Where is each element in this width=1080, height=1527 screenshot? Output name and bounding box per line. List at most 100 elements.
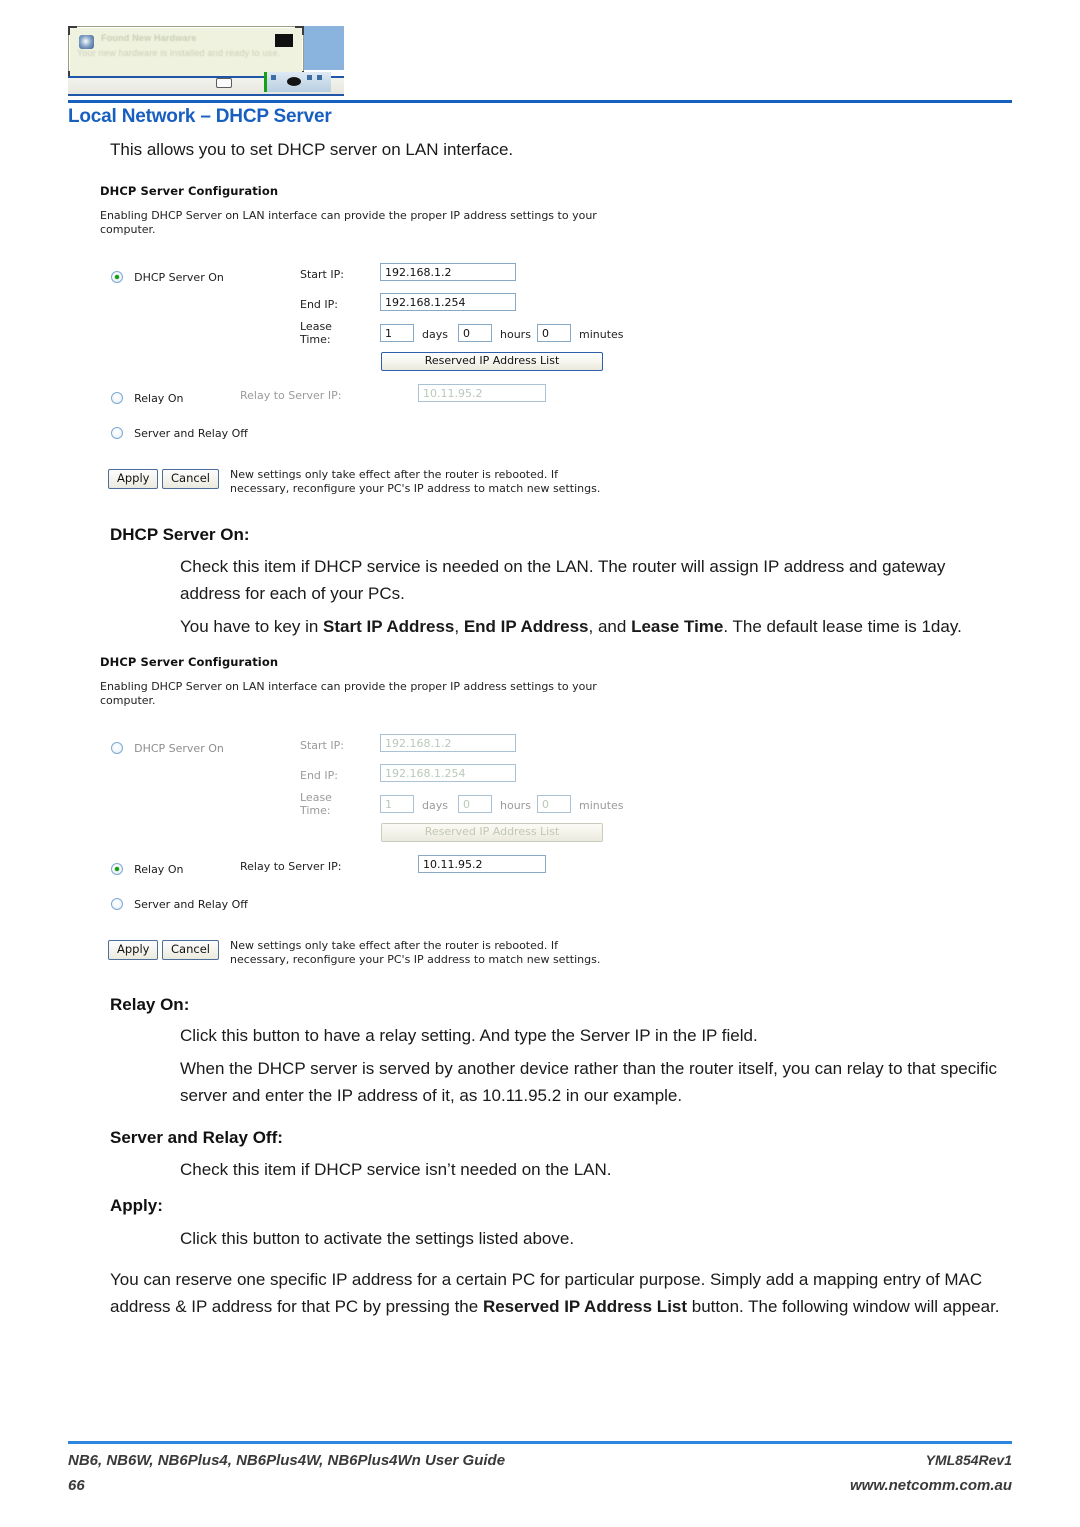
- lease-minutes-unit: minutes: [579, 328, 624, 341]
- radio-relay-on[interactable]: Relay On: [111, 387, 183, 406]
- paragraph-apply-1: Click this button to activate the settin…: [180, 1229, 575, 1248]
- apply-note-line2: necessary, reconfigure your PC's IP addr…: [230, 482, 601, 495]
- radio-dhcp-server-on[interactable]: DHCP Server On: [111, 737, 224, 756]
- start-ip-label: Start IP:: [300, 739, 344, 752]
- cancel-button[interactable]: Cancel: [162, 940, 219, 960]
- apply-note-line1: New settings only take effect after the …: [230, 468, 558, 481]
- hardware-icon: [79, 35, 94, 49]
- heading-apply: Apply:: [110, 1196, 163, 1215]
- paragraph-relay-on-1: Click this button to have a relay settin…: [180, 1026, 758, 1045]
- radio-label-dhcp-server-on: DHCP Server On: [134, 271, 224, 284]
- paragraph-relay-on-2: When the DHCP server is served by anothe…: [180, 1059, 998, 1105]
- found-new-hardware-artifact: Found New Hardware Your new hardware is …: [68, 26, 344, 96]
- desktop-background-fragment: [302, 26, 344, 70]
- header-divider: [68, 100, 1012, 103]
- radio-server-and-relay-off[interactable]: Server and Relay Off: [111, 893, 248, 912]
- tray-icon-2: [307, 75, 312, 80]
- start-ip-input[interactable]: 192.168.1.2: [380, 734, 516, 752]
- p2-mid2: , and: [588, 617, 632, 636]
- lease-hours-input[interactable]: 0: [458, 324, 492, 342]
- end-ip-label: End IP:: [300, 298, 338, 311]
- system-tray-fragment: [264, 72, 331, 92]
- lease-hours-unit: hours: [500, 328, 531, 341]
- relay-to-server-ip-label: Relay to Server IP:: [240, 860, 342, 873]
- close-icon: [275, 34, 293, 47]
- radio-icon-server-and-relay-off[interactable]: [111, 898, 123, 910]
- radio-dhcp-server-on[interactable]: DHCP Server On: [111, 266, 224, 285]
- closing-bold-reserved-ip: Reserved IP Address List: [482, 1297, 688, 1316]
- dhcp-config-panel-2: DHCP Server Configuration Enabling DHCP …: [100, 655, 660, 974]
- start-ip-input[interactable]: 192.168.1.2: [380, 263, 516, 281]
- lease-time-label-line1: Lease: [300, 320, 332, 333]
- p2-bold-lease-time: Lease Time: [631, 617, 724, 636]
- lease-time-label-line2: Time:: [300, 333, 331, 346]
- end-ip-label: End IP:: [300, 769, 338, 782]
- p2-bold-end-ip: End IP Address: [463, 617, 589, 636]
- lease-days-unit: days: [422, 328, 448, 341]
- balloon-title: Found New Hardware: [101, 33, 197, 43]
- radio-relay-on[interactable]: Relay On: [111, 858, 183, 877]
- relay-to-server-ip-input[interactable]: 10.11.95.2: [418, 855, 546, 873]
- apply-note-line2: necessary, reconfigure your PC's IP addr…: [230, 953, 601, 966]
- apply-button[interactable]: Apply: [108, 469, 159, 489]
- radio-icon-dhcp-server-on[interactable]: [111, 271, 123, 283]
- relay-to-server-ip-input[interactable]: 10.11.95.2: [418, 384, 546, 402]
- panel-title: DHCP Server Configuration: [100, 655, 279, 669]
- apply-button[interactable]: Apply: [108, 940, 159, 960]
- tray-blob: [287, 77, 301, 86]
- lease-hours-input[interactable]: 0: [458, 795, 492, 813]
- radio-icon-relay-on[interactable]: [111, 392, 123, 404]
- heading-dhcp-server-on: DHCP Server On:: [110, 525, 250, 544]
- radio-label-relay-on: Relay On: [134, 863, 184, 876]
- footer-url[interactable]: www.netcomm.com.au: [850, 1477, 1012, 1494]
- document-page: Found New Hardware Your new hardware is …: [0, 0, 1080, 1527]
- tray-icon-1: [271, 75, 276, 80]
- footer-divider: [68, 1441, 1012, 1444]
- dhcp-config-panel-1: DHCP Server Configuration Enabling DHCP …: [100, 184, 660, 503]
- p2-post: . The default lease time is 1day.: [723, 617, 962, 636]
- p2-pre: You have to key in: [180, 617, 324, 636]
- lease-time-label-line1: Lease: [300, 791, 332, 804]
- panel-description: Enabling DHCP Server on LAN interface ca…: [100, 680, 597, 707]
- radio-server-and-relay-off[interactable]: Server and Relay Off: [111, 422, 248, 441]
- apply-note-line1: New settings only take effect after the …: [230, 939, 558, 952]
- paragraph-dhcp-server-on-1: Check this item if DHCP service is neede…: [180, 557, 946, 603]
- plug-icon: [216, 78, 232, 88]
- panel-title: DHCP Server Configuration: [100, 184, 279, 198]
- radio-icon-dhcp-server-on[interactable]: [111, 742, 123, 754]
- p2-bold-start-ip: Start IP Address: [323, 617, 455, 636]
- heading-relay-on: Relay On:: [110, 995, 190, 1014]
- radio-label-server-and-relay-off: Server and Relay Off: [134, 427, 248, 440]
- panel-description: Enabling DHCP Server on LAN interface ca…: [100, 209, 597, 236]
- closing-post: button. The following window will appear…: [687, 1297, 1000, 1316]
- selection-handle-top-left: [68, 26, 77, 35]
- lease-minutes-input[interactable]: 0: [537, 795, 571, 813]
- lease-days-input[interactable]: 1: [380, 324, 414, 342]
- reserved-ip-address-list-button[interactable]: Reserved IP Address List: [381, 352, 603, 371]
- footer-guide-title: NB6, NB6W, NB6Plus4, NB6Plus4W, NB6Plus4…: [68, 1452, 506, 1469]
- paragraph-closing: You can reserve one specific IP address …: [110, 1266, 1000, 1320]
- radio-label-relay-on: Relay On: [134, 392, 184, 405]
- selection-handle-top-right: [295, 26, 304, 35]
- reserved-ip-address-list-button[interactable]: Reserved IP Address List: [381, 823, 603, 842]
- tray-icon-3: [317, 75, 322, 80]
- radio-icon-relay-on[interactable]: [111, 863, 123, 875]
- intro-paragraph: This allows you to set DHCP server on LA…: [110, 140, 514, 159]
- lease-days-input[interactable]: 1: [380, 795, 414, 813]
- heading-server-and-relay-off: Server and Relay Off:: [110, 1128, 283, 1147]
- lease-time-label-line2: Time:: [300, 804, 331, 817]
- end-ip-input[interactable]: 192.168.1.254: [380, 293, 516, 311]
- lease-hours-unit: hours: [500, 799, 531, 812]
- page-title: Local Network – DHCP Server: [68, 106, 332, 127]
- footer-revision: YML854Rev1: [925, 1452, 1012, 1468]
- footer-page-number: 66: [68, 1477, 85, 1494]
- lease-days-unit: days: [422, 799, 448, 812]
- balloon-text: Your new hardware is installed and ready…: [77, 48, 281, 58]
- cancel-button[interactable]: Cancel: [162, 469, 219, 489]
- paragraph-server-and-relay-off-1: Check this item if DHCP service isn’t ne…: [180, 1160, 612, 1179]
- radio-icon-server-and-relay-off[interactable]: [111, 427, 123, 439]
- lease-minutes-unit: minutes: [579, 799, 624, 812]
- lease-minutes-input[interactable]: 0: [537, 324, 571, 342]
- p2-mid1: ,: [454, 617, 464, 636]
- end-ip-input[interactable]: 192.168.1.254: [380, 764, 516, 782]
